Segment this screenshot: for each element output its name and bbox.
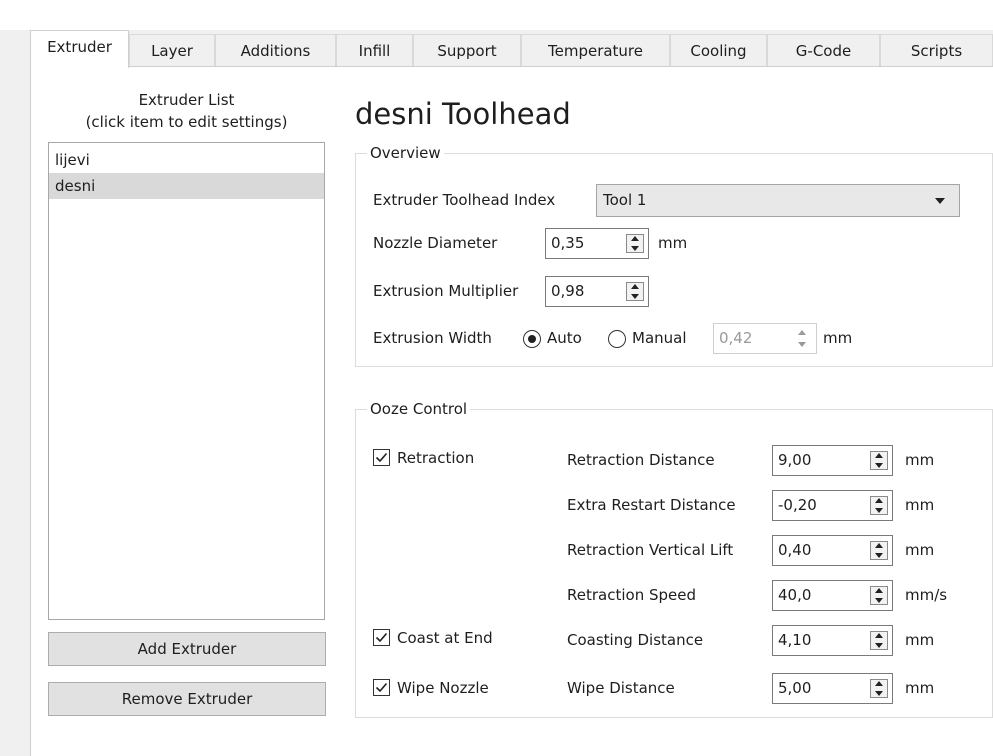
extrusion-multiplier-stepper[interactable]: 0,98 [545,276,649,307]
extrusion-width-stepper: 0,42 [713,323,817,354]
tab-additions[interactable]: Additions [215,34,336,66]
tab-temperature[interactable]: Temperature [521,34,670,66]
extruder-list-title-line1: Extruder List [138,91,235,109]
wipe-nozzle-checkbox[interactable] [373,679,390,696]
retraction-speed-value: 40,0 [778,586,812,604]
extrusion-width-auto-label: Auto [547,329,582,347]
tab-support[interactable]: Support [413,34,521,66]
retraction-speed-unit: mm/s [905,586,948,604]
extra-restart-distance-value: -0,20 [778,496,817,514]
ooze-control-legend: Ooze Control [367,398,471,420]
nozzle-diameter-stepper[interactable]: 0,35 [545,228,649,259]
retraction-distance-stepper[interactable]: 9,00 [772,445,893,476]
stepper-arrows-icon[interactable] [870,496,888,515]
extrusion-multiplier-label: Extrusion Multiplier [373,282,519,300]
wipe-distance-unit: mm [905,679,935,697]
wipe-nozzle-label: Wipe Nozzle [397,679,489,697]
retraction-vertical-lift-unit: mm [905,541,935,559]
extrusion-width-value: 0,42 [719,329,753,347]
retraction-distance-label: Retraction Distance [567,451,715,469]
extrusion-width-unit: mm [823,329,853,347]
extrusion-width-manual-label: Manual [632,329,687,347]
stepper-arrows-icon[interactable] [870,631,888,650]
extrusion-width-label: Extrusion Width [373,329,492,347]
retraction-checkbox[interactable] [373,449,390,466]
stepper-arrows-icon[interactable] [626,282,644,301]
tab-layer[interactable]: Layer [129,34,215,66]
add-extruder-button[interactable]: Add Extruder [48,632,326,666]
tab-g-code[interactable]: G-Code [767,34,880,66]
extruder-list-title: Extruder List (click item to edit settin… [48,89,325,133]
extra-restart-distance-label: Extra Restart Distance [567,496,736,514]
chevron-down-icon [935,198,945,204]
toolhead-title: desni Toolhead [355,97,571,131]
stepper-arrows-icon[interactable] [626,234,644,253]
tab-scripts[interactable]: Scripts [880,34,993,66]
remove-extruder-button[interactable]: Remove Extruder [48,682,326,716]
nozzle-diameter-value: 0,35 [551,234,585,252]
stepper-arrows-icon [794,329,812,348]
tab-cooling[interactable]: Cooling [670,34,767,66]
retraction-vertical-lift-stepper[interactable]: 0,40 [772,535,893,566]
stepper-arrows-icon[interactable] [870,586,888,605]
retraction-vertical-lift-label: Retraction Vertical Lift [567,541,734,559]
wipe-distance-value: 5,00 [778,679,812,697]
extrusion-width-manual-radio[interactable] [608,330,626,348]
stepper-arrows-icon[interactable] [870,541,888,560]
nozzle-diameter-label: Nozzle Diameter [373,234,498,252]
retraction-speed-stepper[interactable]: 40,0 [772,580,893,611]
retraction-speed-label: Retraction Speed [567,586,696,604]
retraction-distance-unit: mm [905,451,935,469]
list-item-selected[interactable]: desni [49,173,324,199]
extrusion-multiplier-value: 0,98 [551,282,585,300]
nozzle-diameter-unit: mm [658,234,688,252]
toolhead-index-select[interactable]: Tool 1 [596,184,960,217]
stepper-arrows-icon[interactable] [870,451,888,470]
coasting-distance-value: 4,10 [778,631,812,649]
toolhead-index-value: Tool 1 [603,191,647,209]
extra-restart-distance-stepper[interactable]: -0,20 [772,490,893,521]
retraction-distance-value: 9,00 [778,451,812,469]
extruder-list[interactable]: lijevi desni [48,142,325,620]
overview-legend: Overview [367,142,444,164]
window: Extruder Layer Additions Infill Support … [0,0,993,756]
coasting-distance-label: Coasting Distance [567,631,704,649]
extrusion-width-auto-radio[interactable] [523,330,541,348]
wipe-distance-label: Wipe Distance [567,679,675,697]
retraction-vertical-lift-value: 0,40 [778,541,812,559]
tab-infill[interactable]: Infill [336,34,413,66]
coasting-distance-unit: mm [905,631,935,649]
list-item[interactable]: lijevi [49,147,324,173]
top-strip [0,0,993,30]
coast-at-end-checkbox[interactable] [373,629,390,646]
coast-at-end-label: Coast at End [397,629,493,647]
coasting-distance-stepper[interactable]: 4,10 [772,625,893,656]
wipe-distance-stepper[interactable]: 5,00 [772,673,893,704]
tab-extruder[interactable]: Extruder [30,30,129,68]
retraction-label: Retraction [397,449,475,467]
extruder-list-title-line2: (click item to edit settings) [85,113,288,131]
extra-restart-distance-unit: mm [905,496,935,514]
stepper-arrows-icon[interactable] [870,679,888,698]
toolhead-index-label: Extruder Toolhead Index [373,191,556,209]
